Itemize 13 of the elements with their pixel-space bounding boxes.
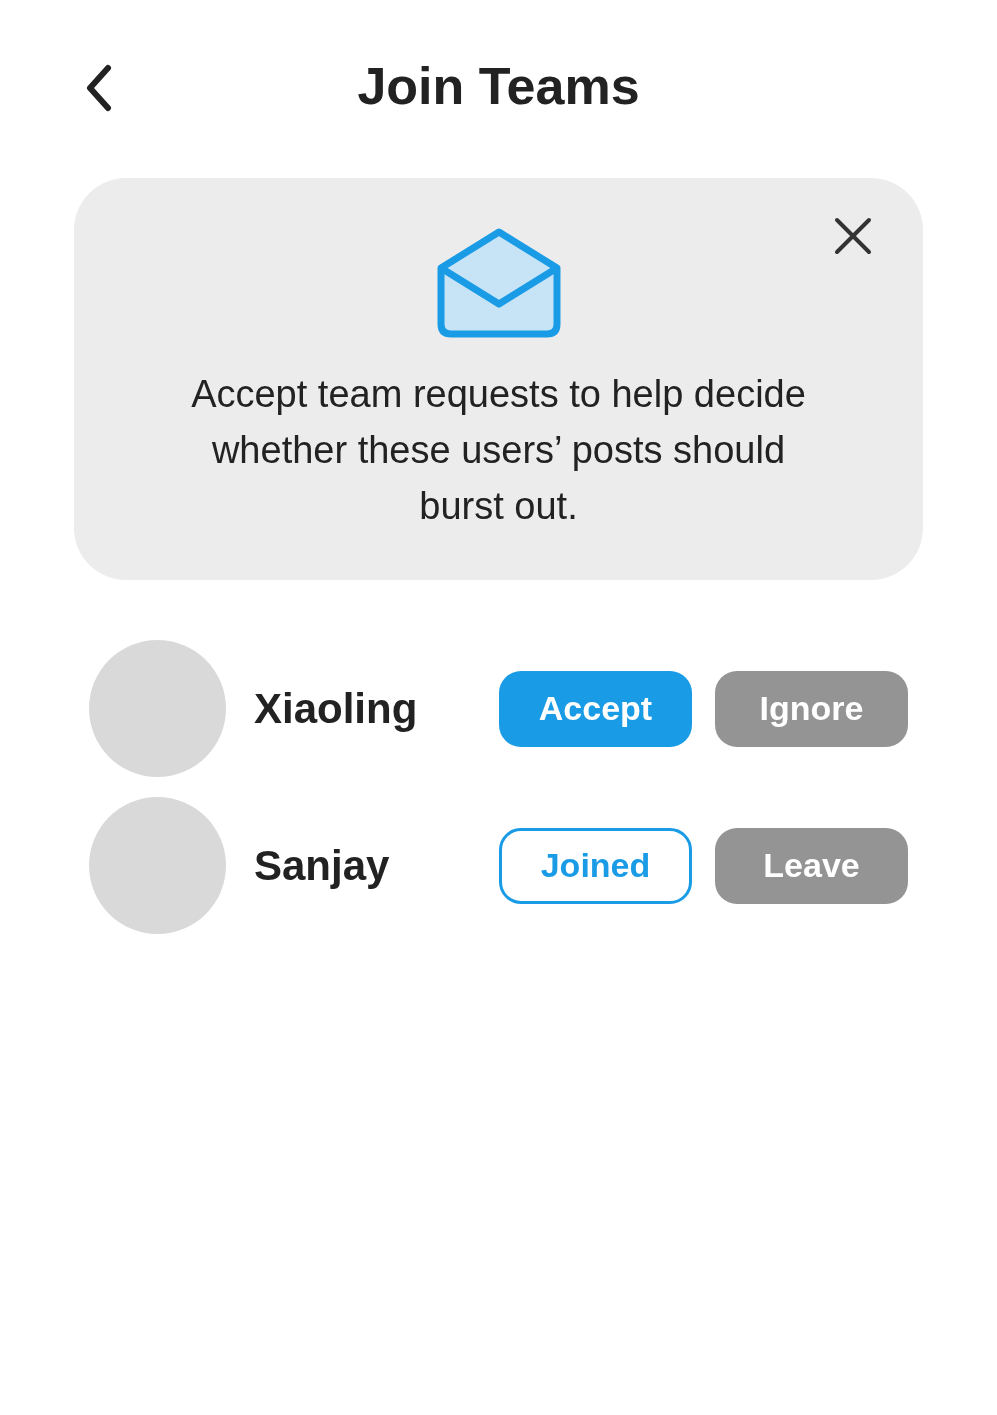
request-button[interactable]: Ignore — [715, 670, 908, 747]
page-title: Join Teams — [357, 56, 640, 116]
back-icon — [84, 64, 112, 112]
user-name: Xiaoling — [254, 684, 419, 733]
notice-message: Accept team requests to help decide whether these users’ posts should burst out. — [190, 372, 807, 529]
close-button[interactable] — [833, 216, 873, 256]
close-icon — [833, 216, 873, 256]
user-name: Sanjay — [254, 841, 391, 890]
request-button[interactable]: Joined — [499, 827, 692, 904]
request-button[interactable]: Leave — [715, 827, 908, 904]
back-button[interactable] — [84, 64, 112, 112]
request-button[interactable]: Accept — [499, 670, 692, 747]
envelope-icon — [436, 228, 561, 338]
